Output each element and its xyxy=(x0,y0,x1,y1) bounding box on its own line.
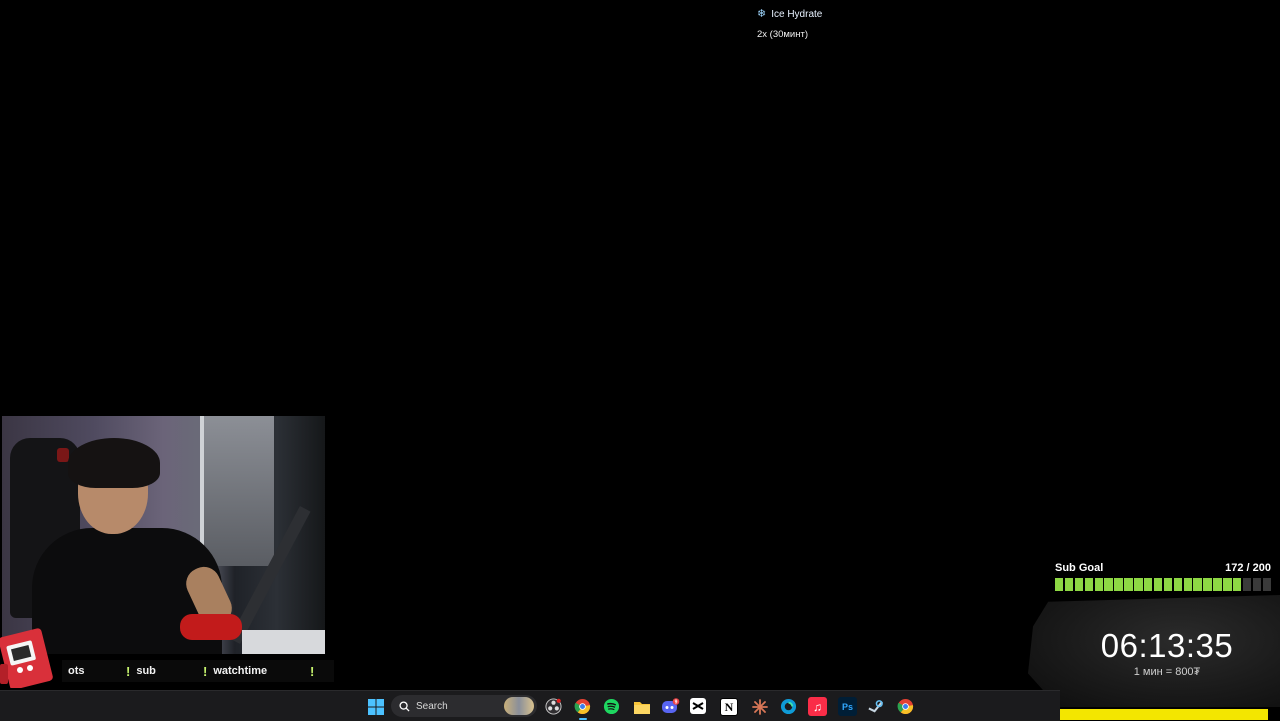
discord-badge: 9 xyxy=(675,699,678,705)
sub-goal-segment xyxy=(1173,578,1183,591)
search-placeholder: Search xyxy=(416,700,448,712)
timer-progress-bar xyxy=(1058,709,1268,720)
sub-goal-segment xyxy=(1183,578,1192,591)
sub-goal-segment xyxy=(1213,578,1222,591)
chrome-icon[interactable] xyxy=(573,697,592,716)
command-label: ots xyxy=(68,665,85,677)
streamer-hair xyxy=(68,438,160,488)
sub-goal-segment xyxy=(1074,578,1084,591)
sub-goal-segment xyxy=(1223,578,1232,591)
sub-goal-segment xyxy=(1124,578,1133,591)
sub-goal-segment xyxy=(1252,578,1262,591)
alert-subtitle: 2x (30минт) xyxy=(757,29,809,40)
arcade-mascot-icon xyxy=(0,628,53,688)
file-explorer-icon[interactable] xyxy=(632,697,651,716)
command-item: ! xyxy=(310,663,314,679)
chrome-icon[interactable] xyxy=(896,697,915,716)
search-icon xyxy=(399,700,410,712)
apple-music-icon[interactable]: ♫ xyxy=(808,697,827,716)
sub-goal-segment xyxy=(1104,578,1113,591)
sub-goal-segment xyxy=(1055,578,1064,591)
gamepad xyxy=(180,614,242,640)
search-highlight-art xyxy=(504,697,534,715)
command-bang: ! xyxy=(203,663,208,679)
sub-goal-segment xyxy=(1114,578,1123,591)
sub-goal-segment xyxy=(1203,578,1212,591)
command-item: ! sub xyxy=(126,663,156,679)
command-bang: ! xyxy=(310,663,315,679)
sub-goal-count: 172 / 200 xyxy=(1225,562,1271,574)
command-label: watchtime xyxy=(213,665,268,677)
sub-goal-segment xyxy=(1144,578,1153,591)
windows-start-icon[interactable] xyxy=(366,697,385,716)
sub-goal-segment xyxy=(1193,578,1202,591)
timer-rate: 1 мин = 800₮ xyxy=(1133,666,1201,678)
sub-goal-segment xyxy=(1163,578,1173,591)
sub-goal-segment xyxy=(1134,578,1143,591)
sub-goal-segment xyxy=(1242,578,1252,591)
copilot-icon[interactable] xyxy=(779,697,798,716)
spotify-icon[interactable] xyxy=(602,697,621,716)
taskbar-search[interactable]: Search xyxy=(391,695,537,717)
sub-goal-segment xyxy=(1262,578,1272,591)
command-label: sub xyxy=(136,665,156,677)
command-item: ots xyxy=(68,663,85,679)
capcut-icon[interactable] xyxy=(690,698,706,714)
steam-icon[interactable] xyxy=(866,697,885,716)
sub-goal-progress-bar xyxy=(1055,578,1272,591)
discord-icon[interactable]: 9 xyxy=(661,697,680,716)
obs-icon[interactable] xyxy=(544,697,563,716)
sub-goal-segment xyxy=(1153,578,1163,591)
alert-title: ❄ Ice Hydrate xyxy=(757,6,822,22)
sub-goal-segment xyxy=(1094,578,1103,591)
sub-goal-segment xyxy=(1064,578,1074,591)
snowflake-icon: ❄ xyxy=(757,7,767,20)
photoshop-icon[interactable]: Ps xyxy=(838,697,857,716)
webcam-window xyxy=(200,416,274,566)
subathon-timer: 06:13:35 xyxy=(1100,627,1234,664)
sub-goal-segment xyxy=(1233,578,1242,591)
command-item: ! watchtime xyxy=(203,663,267,679)
sub-goal-segment xyxy=(1084,578,1094,591)
alert-title-text: Ice Hydrate xyxy=(771,8,823,20)
sub-goal-label: Sub Goal xyxy=(1055,562,1104,574)
taskbar: Search 9 N ♫ Ps xyxy=(0,690,1060,721)
desk xyxy=(242,630,325,654)
webcam-feed xyxy=(2,416,325,654)
command-bang: ! xyxy=(126,663,131,679)
notion-icon[interactable]: N xyxy=(720,698,738,716)
claude-icon[interactable] xyxy=(750,697,769,716)
command-bar: ots ! sub ! watchtime ! xyxy=(62,660,334,682)
